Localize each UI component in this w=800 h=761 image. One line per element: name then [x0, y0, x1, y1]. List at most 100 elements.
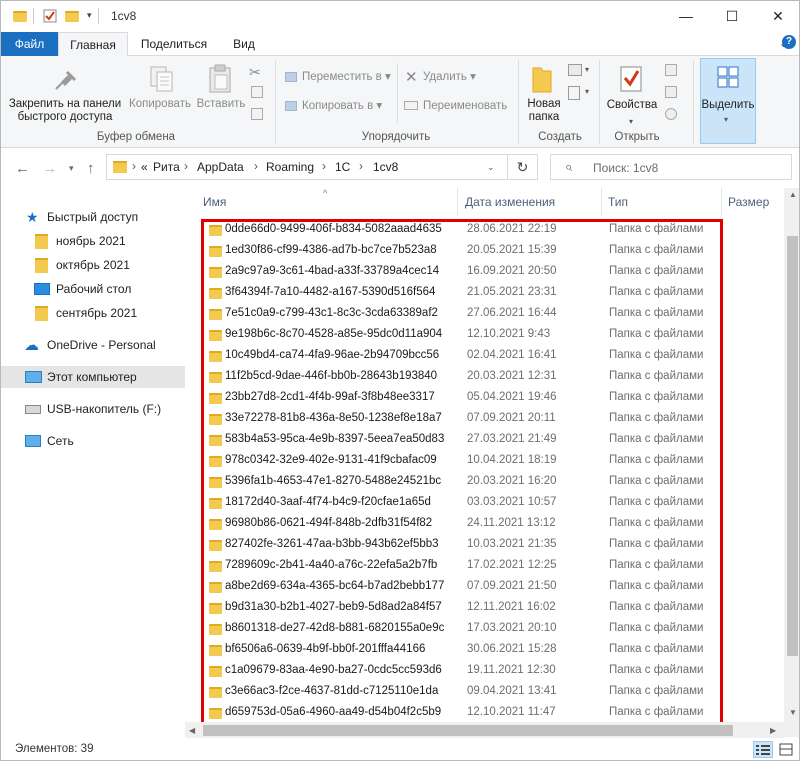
file-row[interactable]: 18172d40-3aaf-4f74-b4c9-f20cfae1a65d 03.0… — [203, 493, 739, 514]
easy-access-icon[interactable] — [568, 86, 580, 100]
file-row[interactable]: 23bb27d8-2cd1-4f4b-99af-3f8b48ee3317 05.0… — [203, 388, 739, 409]
column-name[interactable]: Имя — [203, 195, 226, 209]
maximize-button[interactable]: ☐ — [709, 1, 755, 31]
nav-onedrive[interactable]: ☁ OneDrive - Personal — [1, 334, 185, 356]
file-name: 583b4a53-95ca-4e9b-8397-5eea7ea50d83 — [225, 433, 445, 445]
file-row[interactable]: 9e198b6c-8c70-4528-a85e-95dc0d11a904 12.1… — [203, 325, 739, 346]
file-row[interactable]: 5396fa1b-4653-47e1-8270-5488e24521bc 20.0… — [203, 472, 739, 493]
file-row[interactable]: b9d31a30-b2b1-4027-beb9-5d8ad2a84f57 12.1… — [203, 598, 739, 619]
scroll-down-icon[interactable]: ▼ — [789, 708, 797, 717]
nav-this-pc[interactable]: Этот компьютер — [1, 366, 185, 388]
refresh-icon[interactable]: ↻ — [508, 154, 538, 180]
breadcrumb-item[interactable]: AppData — [197, 160, 244, 174]
details-view-icon[interactable] — [753, 741, 773, 758]
properties-check-icon[interactable] — [43, 9, 57, 23]
forward-arrow-icon[interactable]: → — [42, 160, 57, 177]
file-row[interactable]: 827402fe-3261-47aa-b3bb-943b62ef5bb3 10.0… — [203, 535, 739, 556]
nav-item-desktop[interactable]: Рабочий стол — [1, 278, 185, 300]
nav-item-folder[interactable]: октябрь 2021 — [1, 254, 185, 276]
copy-button[interactable]: Копировать — [127, 98, 193, 111]
file-date: 10.04.2021 18:19 — [467, 454, 557, 466]
new-item-icon[interactable] — [568, 64, 582, 76]
move-to-button[interactable]: Переместить в ▾ — [302, 71, 391, 84]
minimize-button[interactable]: — — [663, 1, 709, 31]
help-icon[interactable]: ? — [782, 35, 796, 49]
pin-button[interactable]: Закрепить на панели быстрого доступа — [5, 98, 125, 124]
vertical-scrollbar[interactable]: ▲ ▼ — [784, 188, 799, 737]
tab-home[interactable]: Главная — [58, 32, 128, 57]
nav-network[interactable]: Сеть — [1, 430, 185, 452]
tab-share[interactable]: Поделиться — [131, 32, 217, 56]
new-folder-icon[interactable] — [65, 9, 79, 23]
horizontal-scroll-thumb[interactable] — [203, 725, 733, 736]
paste-button[interactable]: Вставить — [195, 98, 247, 111]
edit-icon[interactable] — [665, 86, 677, 98]
address-dropdown-icon[interactable]: ⌄ — [487, 162, 495, 173]
file-row[interactable]: b8601318-de27-42d8-b881-6820155a0e9c 17.0… — [203, 619, 739, 640]
recent-locations-icon[interactable]: ▾ — [69, 163, 74, 174]
delete-button[interactable]: Удалить ▾ — [423, 71, 476, 84]
copy-to-button[interactable]: Копировать в ▾ — [302, 100, 382, 113]
up-arrow-icon[interactable]: ↑ — [87, 160, 95, 177]
file-row[interactable]: 7e51c0a9-c799-43c1-8c3c-3cda63389af2 27.0… — [203, 304, 739, 325]
open-icon[interactable] — [665, 64, 677, 76]
rename-button[interactable]: Переименовать — [423, 100, 507, 113]
address-bar[interactable]: › « Рита › AppData › Roaming › 1C › 1cv8… — [106, 154, 508, 180]
file-row[interactable]: 11f2b5cd-9dae-446f-bb0b-28643b193840 20.0… — [203, 367, 739, 388]
tab-view[interactable]: Вид — [219, 32, 269, 56]
large-icons-view-icon[interactable] — [776, 741, 796, 758]
column-divider[interactable] — [457, 188, 458, 216]
column-type[interactable]: Тип — [608, 195, 628, 209]
scroll-left-icon[interactable]: ◀ — [189, 726, 195, 735]
customize-quick-access-icon[interactable]: ▾ — [87, 10, 92, 21]
column-divider[interactable] — [601, 188, 602, 216]
vertical-scroll-thumb[interactable] — [787, 236, 798, 656]
nav-item-folder[interactable]: ноябрь 2021 — [1, 230, 185, 252]
back-arrow-icon[interactable]: ← — [15, 160, 30, 177]
new-folder-button[interactable]: Новая папка — [521, 98, 567, 124]
easy-access-dropdown-icon[interactable]: ▾ — [585, 87, 589, 96]
properties-button[interactable]: Свойства — [601, 99, 663, 112]
breadcrumb-item[interactable]: 1cv8 — [373, 160, 398, 174]
nav-quick-access[interactable]: ★ Быстрый доступ — [1, 206, 185, 228]
search-box[interactable]: ⌕ Поиск: 1cv8 — [550, 154, 792, 180]
file-row[interactable]: a8be2d69-634a-4365-bc64-b7ad2bebb177 07.0… — [203, 577, 739, 598]
column-date[interactable]: Дата изменения — [465, 195, 555, 209]
folder-icon — [13, 9, 27, 23]
breadcrumb-item[interactable]: Roaming — [266, 160, 314, 174]
file-row[interactable]: 1ed30f86-cf99-4386-ad7b-bc7ce7b523a8 20.0… — [203, 241, 739, 262]
file-row[interactable]: 2a9c97a9-3c61-4bad-a33f-33789a4cec14 16.0… — [203, 262, 739, 283]
nav-usb[interactable]: USB-накопитель (F:) — [1, 398, 185, 420]
history-icon[interactable] — [665, 108, 677, 120]
file-row[interactable]: 10c49bd4-ca74-4fa9-96ae-2b94709bcc56 02.0… — [203, 346, 739, 367]
scroll-right-icon[interactable]: ▶ — [770, 726, 776, 735]
file-row[interactable]: 3f64394f-7a10-4482-a167-5390d516f564 21.0… — [203, 283, 739, 304]
tab-file[interactable]: Файл — [1, 32, 58, 56]
scroll-up-icon[interactable]: ▲ — [789, 190, 797, 199]
file-row[interactable]: 583b4a53-95ca-4e9b-8397-5eea7ea50d83 27.0… — [203, 430, 739, 451]
paste-shortcut-icon[interactable] — [251, 108, 263, 120]
nav-item-folder[interactable]: сентябрь 2021 — [1, 302, 185, 324]
breadcrumb-item[interactable]: 1C — [335, 160, 350, 174]
properties-dropdown-icon[interactable]: ▾ — [629, 117, 633, 126]
folder-icon — [209, 330, 222, 341]
file-row[interactable]: 33e72278-81b8-436a-8e50-1238ef8e18a7 07.0… — [203, 409, 739, 430]
close-button[interactable]: ✕ — [755, 1, 799, 31]
column-size[interactable]: Размер — [728, 195, 769, 209]
column-divider[interactable] — [721, 188, 722, 216]
file-row[interactable]: c1a09679-83aa-4e90-ba27-0cdc5cc593d6 19.1… — [203, 661, 739, 682]
file-row[interactable]: c3e66ac3-f2ce-4637-81dd-c7125110e1da 09.0… — [203, 682, 739, 703]
file-row[interactable]: d659753d-05a6-4960-aa49-d54b04f2c5b9 12.1… — [203, 703, 739, 724]
breadcrumb-overflow[interactable]: « — [141, 160, 148, 174]
horizontal-scrollbar[interactable]: ◀ ▶ — [185, 722, 784, 739]
file-row[interactable]: 7289609c-2b41-4a40-a76c-22efa5a2b7fb 17.0… — [203, 556, 739, 577]
file-row[interactable]: 0dde66d0-9499-406f-b834-5082aaad4635 28.0… — [203, 220, 739, 241]
breadcrumb-item[interactable]: Рита — [153, 160, 180, 174]
file-row[interactable]: 96980b86-0621-494f-848b-2dfb31f54f82 24.1… — [203, 514, 739, 535]
cut-icon[interactable]: ✂ — [249, 64, 261, 81]
search-input[interactable]: Поиск: 1cv8 — [593, 161, 658, 175]
new-item-dropdown-icon[interactable]: ▾ — [585, 65, 589, 74]
file-row[interactable]: 978c0342-32e9-402e-9131-41f9cbafac09 10.0… — [203, 451, 739, 472]
file-row[interactable]: bf6506a6-0639-4b9f-bb0f-201fffa44166 30.0… — [203, 640, 739, 661]
copy-path-icon[interactable] — [251, 86, 263, 98]
